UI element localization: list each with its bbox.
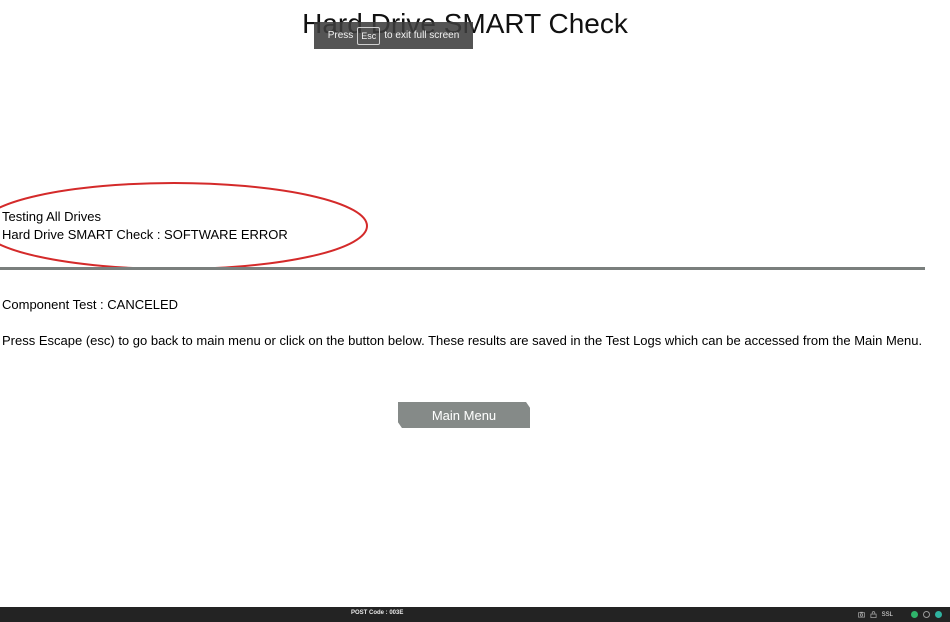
test-status-block: Testing All Drives Hard Drive SMART Chec…: [2, 208, 288, 244]
lock-icon: [870, 611, 877, 618]
main-menu-button[interactable]: Main Menu: [398, 402, 530, 428]
toast-press-text: Press: [327, 30, 354, 41]
ssl-label: SSL: [881, 611, 893, 618]
toast-suffix-text: to exit full screen: [384, 30, 460, 41]
fullscreen-toast: Press Esc to exit full screen: [314, 22, 473, 49]
instructions-text: Press Escape (esc) to go back to main me…: [2, 333, 923, 348]
smart-check-result: Hard Drive SMART Check : SOFTWARE ERROR: [2, 227, 288, 242]
post-code-label: POST Code : 003E: [351, 610, 404, 616]
diagnostic-page: Hard Drive SMART Check Press Esc to exit…: [0, 0, 950, 622]
esc-key-badge: Esc: [357, 26, 381, 45]
testing-all-drives-label: Testing All Drives: [2, 209, 101, 224]
status-ok-icon: [911, 611, 918, 618]
system-tray: SSL: [857, 609, 942, 620]
status-idle-icon: [923, 611, 930, 618]
section-divider: [0, 267, 925, 270]
camera-icon[interactable]: [857, 611, 865, 618]
status-connected-icon: [935, 611, 942, 618]
component-test-status: Component Test : CANCELED: [2, 297, 179, 312]
bottom-status-bar: POST Code : 003E SSL: [0, 607, 950, 622]
